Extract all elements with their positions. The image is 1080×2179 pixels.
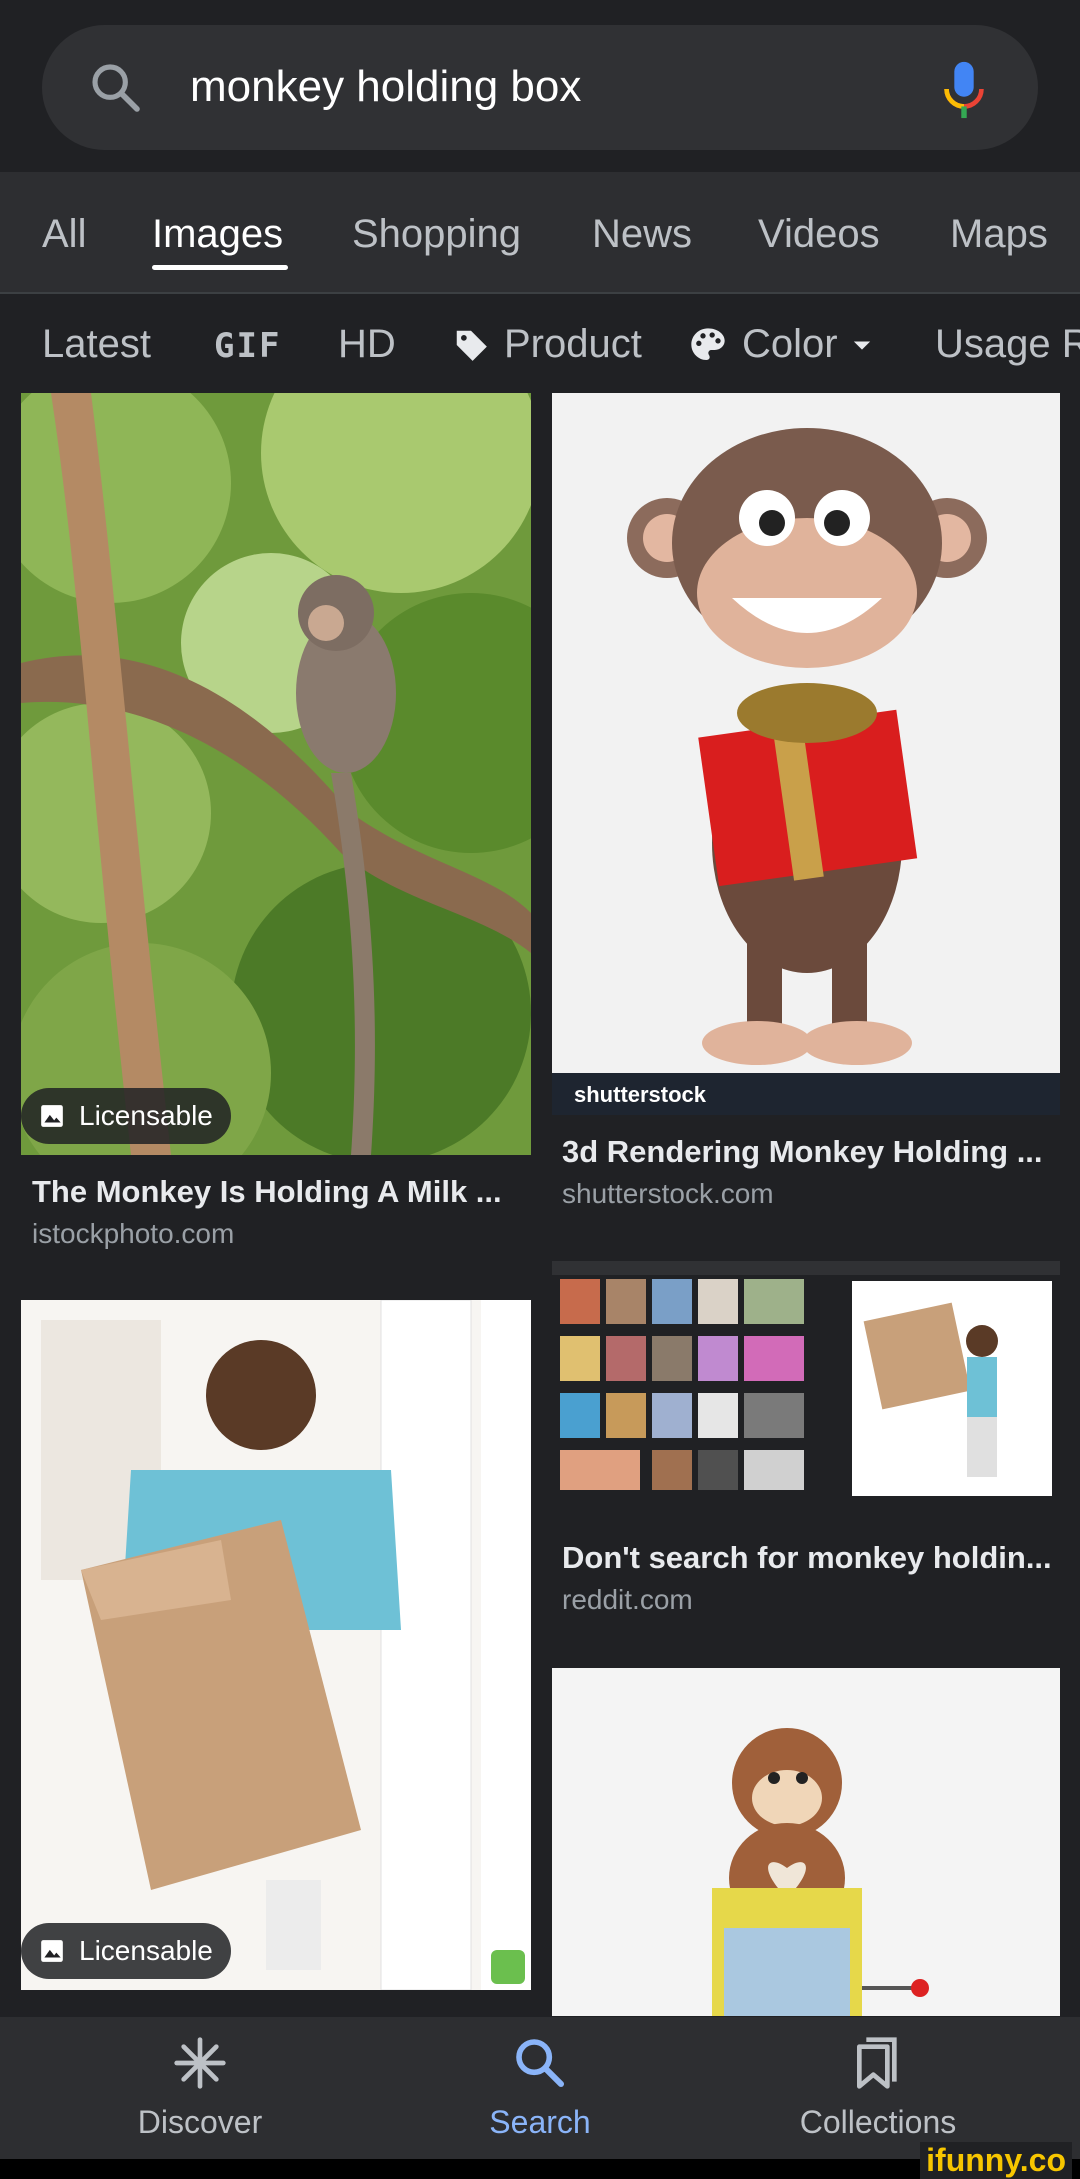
result-image-2[interactable]: shutterstock (552, 393, 1060, 1115)
tab-maps[interactable]: Maps (950, 212, 1048, 257)
nav-discover-label: Discover (137, 2104, 263, 2140)
licensable-label: Licensable (79, 1935, 213, 1966)
filter-product-label: Product (504, 322, 642, 366)
filter-usage-label: Usage R (935, 322, 1080, 366)
tag-icon (456, 330, 487, 361)
search-tabs: All Images Shopping News Videos Maps (0, 172, 1080, 294)
shutterstock-watermark: shutterstock (574, 1082, 707, 1107)
bottom-strip (0, 2159, 1080, 2179)
filter-product[interactable]: Product (452, 322, 642, 367)
tab-shopping[interactable]: Shopping (352, 212, 521, 257)
mic-icon[interactable] (940, 58, 988, 120)
filter-usage-rights[interactable]: Usage R (935, 322, 1080, 367)
image-icon (41, 1105, 63, 1127)
monkey-tree-photo (21, 393, 531, 1155)
result-image-1[interactable] (21, 393, 531, 1155)
bottom-navigation: Discover Search Collections (0, 2017, 1080, 2159)
search-icon[interactable] (88, 60, 144, 116)
tab-images[interactable]: Images (152, 212, 283, 257)
result-image-4[interactable] (552, 1261, 1060, 1516)
boy-box-photo (21, 1300, 531, 1990)
filter-latest-label: Latest (42, 322, 151, 366)
filter-latest[interactable]: Latest (42, 322, 151, 367)
nav-collections-label: Collections (799, 2104, 957, 2140)
result-image-5[interactable] (552, 1668, 1060, 2016)
result-title-3[interactable]: Don't search for monkey holdin... (562, 1540, 1052, 1576)
tab-all[interactable]: All (42, 212, 86, 257)
filter-bar: Latest GIF HD Product Color Usage R (0, 294, 1080, 394)
nav-search-label: Search (489, 2104, 591, 2140)
licensable-badge-2: Licensable (21, 1923, 231, 1979)
search-input[interactable]: monkey holding box (190, 62, 581, 112)
filter-gif-label: GIF (214, 326, 282, 366)
jack-in-box-monkey (552, 1668, 1060, 2016)
result-image-3[interactable] (21, 1300, 531, 1990)
licensable-badge-1: Licensable (21, 1088, 231, 1144)
result-title-1[interactable]: The Monkey Is Holding A Milk ... (32, 1174, 502, 1210)
nav-search[interactable]: Search (420, 2035, 660, 2141)
google-images-screenshot (552, 1261, 1060, 1516)
active-tab-indicator (152, 265, 288, 270)
licensable-label: Licensable (79, 1100, 213, 1131)
result-source-1[interactable]: istockphoto.com (32, 1218, 234, 1250)
filter-hd[interactable]: HD (338, 322, 396, 367)
image-icon (41, 1940, 63, 1962)
filter-color[interactable]: Color (688, 322, 876, 367)
collections-icon (857, 2037, 897, 2089)
palette-icon (691, 327, 725, 360)
nav-discover[interactable]: Discover (80, 2035, 320, 2141)
filter-hd-label: HD (338, 322, 396, 366)
tab-news[interactable]: News (592, 212, 692, 257)
dropdown-arrow-icon (853, 341, 870, 350)
filter-gif[interactable]: GIF (214, 326, 281, 366)
filter-color-label: Color (742, 322, 838, 366)
ifunny-watermark: ifunny.co (920, 2142, 1072, 2179)
result-source-2[interactable]: shutterstock.com (562, 1178, 774, 1210)
search-header: monkey holding box (0, 0, 1080, 172)
result-title-2[interactable]: 3d Rendering Monkey Holding ... (562, 1134, 1043, 1170)
asterisk-icon (174, 2037, 226, 2089)
result-source-3[interactable]: reddit.com (562, 1584, 693, 1616)
nav-collections[interactable]: Collections (758, 2035, 998, 2141)
cartoon-monkey-gift: shutterstock (552, 393, 1060, 1115)
tab-videos[interactable]: Videos (758, 212, 880, 257)
search-icon (516, 2039, 565, 2088)
